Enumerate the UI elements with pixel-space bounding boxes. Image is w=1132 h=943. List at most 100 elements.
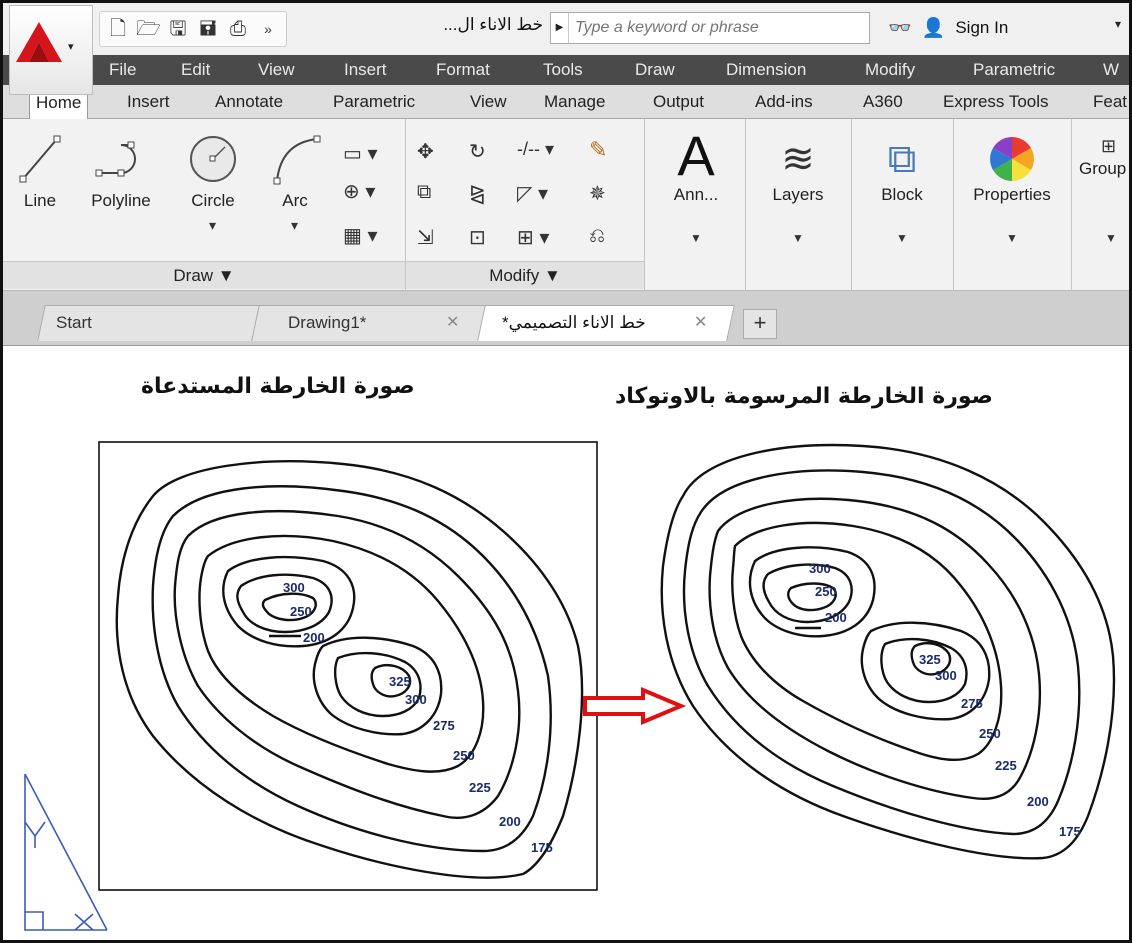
- layers-dropdown-icon[interactable]: ▼: [755, 231, 841, 245]
- tab-insert[interactable]: Insert: [127, 92, 170, 112]
- annotation-tool[interactable]: A Ann... ▼: [653, 127, 739, 246]
- annotation-dropdown-icon[interactable]: ▼: [653, 231, 739, 245]
- quick-access-toolbar: 🗋 🗁 🖫 🖬 ⎙ »: [99, 11, 287, 47]
- search-expand-icon[interactable]: ▶: [551, 13, 569, 43]
- autocad-logo-icon: [16, 22, 62, 62]
- contour-label: 325: [919, 652, 941, 667]
- properties-dropdown-icon[interactable]: ▼: [957, 231, 1067, 245]
- close-icon[interactable]: ✕: [694, 306, 707, 340]
- contour-line: [151, 485, 552, 853]
- block-label: Block: [881, 185, 923, 204]
- menu-file[interactable]: File: [109, 60, 136, 80]
- contour-label: 325: [389, 674, 411, 689]
- save-icon[interactable]: 🖫: [166, 17, 190, 41]
- menu-parametric[interactable]: Parametric: [973, 60, 1055, 80]
- modify-panel-title[interactable]: Modify ▼: [406, 261, 644, 289]
- hatch-icon[interactable]: ▦ ▾: [343, 223, 378, 248]
- new-tab-button[interactable]: +: [743, 309, 777, 339]
- sign-in-area[interactable]: 👓 👤 Sign In: [888, 13, 1008, 43]
- ucs-icon: [24, 773, 108, 931]
- open-folder-icon[interactable]: 🗁: [136, 17, 161, 41]
- stretch-icon[interactable]: ⇲: [417, 225, 434, 250]
- sign-in-dropdown-icon[interactable]: ▾: [1115, 17, 1121, 31]
- new-file-icon[interactable]: 🗋: [106, 17, 130, 41]
- contour-label: 300: [935, 668, 957, 683]
- properties-tool[interactable]: Properties ▼: [957, 133, 1067, 245]
- circle-tool[interactable]: Circle ▾: [183, 133, 243, 233]
- rectangle-icon[interactable]: ▭ ▾: [343, 141, 378, 166]
- tab-output[interactable]: Output: [653, 92, 704, 112]
- menu-format[interactable]: Format: [436, 60, 490, 80]
- panel-separator: [745, 119, 746, 291]
- panel-separator: [644, 119, 645, 291]
- binoculars-icon[interactable]: 👓: [888, 16, 912, 40]
- menu-window[interactable]: W: [1103, 60, 1119, 80]
- menu-dimension[interactable]: Dimension: [726, 60, 806, 80]
- circle-dropdown-icon[interactable]: ▾: [209, 217, 216, 234]
- application-menu-button[interactable]: ▾: [9, 5, 93, 95]
- tab-express-tools[interactable]: Express Tools: [943, 92, 1049, 112]
- panel-separator: [851, 119, 852, 291]
- tab-parametric[interactable]: Parametric: [333, 92, 415, 112]
- arc-tool[interactable]: Arc ▾: [265, 133, 325, 233]
- line-tool[interactable]: Line: [17, 133, 63, 211]
- trim-icon[interactable]: -/-- ▾: [517, 139, 554, 160]
- save-as-icon[interactable]: 🖬: [196, 17, 220, 41]
- draw-panel-title[interactable]: Draw ▼: [3, 261, 405, 289]
- panel-separator: [1071, 119, 1072, 291]
- search-box[interactable]: ▶: [550, 12, 870, 44]
- layers-tool[interactable]: ≋ Layers ▼: [755, 133, 841, 245]
- contour-labels-left: 300 250 200 325 300 275 250 225 200 175: [283, 580, 553, 855]
- arc-label: Arc: [282, 191, 308, 210]
- contour-label: 250: [453, 748, 475, 763]
- tab-start[interactable]: Start: [37, 305, 267, 341]
- color-wheel-icon: [990, 137, 1034, 181]
- contour-label: 275: [433, 718, 455, 733]
- contour-label: 175: [531, 840, 553, 855]
- arc-icon: [273, 135, 321, 185]
- group-dropdown-icon[interactable]: ▼: [1079, 231, 1129, 245]
- close-icon[interactable]: ✕: [446, 306, 459, 340]
- search-input[interactable]: [569, 19, 859, 37]
- more-tools-icon[interactable]: »: [256, 17, 280, 41]
- arc-dropdown-icon[interactable]: ▾: [291, 217, 298, 234]
- move-icon[interactable]: ✥: [417, 139, 434, 164]
- sign-in-label[interactable]: Sign In: [955, 18, 1008, 38]
- copy-icon[interactable]: ⧉: [417, 181, 431, 204]
- block-tool[interactable]: ⧉ Block ▼: [859, 133, 945, 245]
- print-icon[interactable]: ⎙: [226, 17, 250, 41]
- tab-annotate[interactable]: Annotate: [215, 92, 283, 112]
- menu-tools[interactable]: Tools: [543, 60, 583, 80]
- layers-icon: ≋: [781, 137, 815, 181]
- mirror-icon[interactable]: ⧎: [469, 181, 486, 206]
- contour-label: 300: [283, 580, 305, 595]
- tab-active-label: خط الاناء التصميمي*: [502, 313, 646, 332]
- tab-active-drawing[interactable]: خط الاناء التصميمي* ✕: [477, 305, 735, 341]
- rotate-icon[interactable]: ↻: [469, 139, 486, 164]
- block-dropdown-icon[interactable]: ▼: [859, 231, 945, 245]
- array-icon[interactable]: ⊞ ▾: [517, 225, 549, 250]
- tab-add-ins[interactable]: Add-ins: [755, 92, 813, 112]
- polyline-label: Polyline: [91, 191, 151, 210]
- scale-icon[interactable]: ⊡: [469, 225, 486, 250]
- menu-view[interactable]: View: [258, 60, 295, 80]
- menu-modify[interactable]: Modify: [865, 60, 915, 80]
- menu-edit[interactable]: Edit: [181, 60, 210, 80]
- erase-icon[interactable]: ✎: [589, 137, 607, 163]
- menu-draw[interactable]: Draw: [635, 60, 675, 80]
- tab-drawing1[interactable]: Drawing1* ✕: [251, 305, 489, 341]
- hatch-ellipse-icon[interactable]: ⊕ ▾: [343, 179, 375, 204]
- tab-a360[interactable]: A360: [863, 92, 903, 112]
- menu-insert[interactable]: Insert: [344, 60, 387, 80]
- drawing-svg: 300 250 200 325 300 275 250 225 200 175: [24, 441, 1116, 931]
- polyline-tool[interactable]: Polyline: [81, 133, 161, 211]
- explode-icon[interactable]: ✵: [589, 181, 606, 206]
- group-tool[interactable]: ⊞ Group ▼: [1079, 133, 1129, 245]
- offset-icon[interactable]: ⎌: [589, 225, 605, 248]
- tab-view[interactable]: View: [470, 92, 507, 112]
- tab-manage[interactable]: Manage: [544, 92, 605, 112]
- drawing-canvas[interactable]: صورة الخارطة المستدعاة صورة الخارطة المر…: [3, 345, 1129, 940]
- tab-featured[interactable]: Feat: [1093, 92, 1127, 112]
- fillet-icon[interactable]: ◸ ▾: [517, 181, 548, 206]
- contour-label: 250: [815, 584, 837, 599]
